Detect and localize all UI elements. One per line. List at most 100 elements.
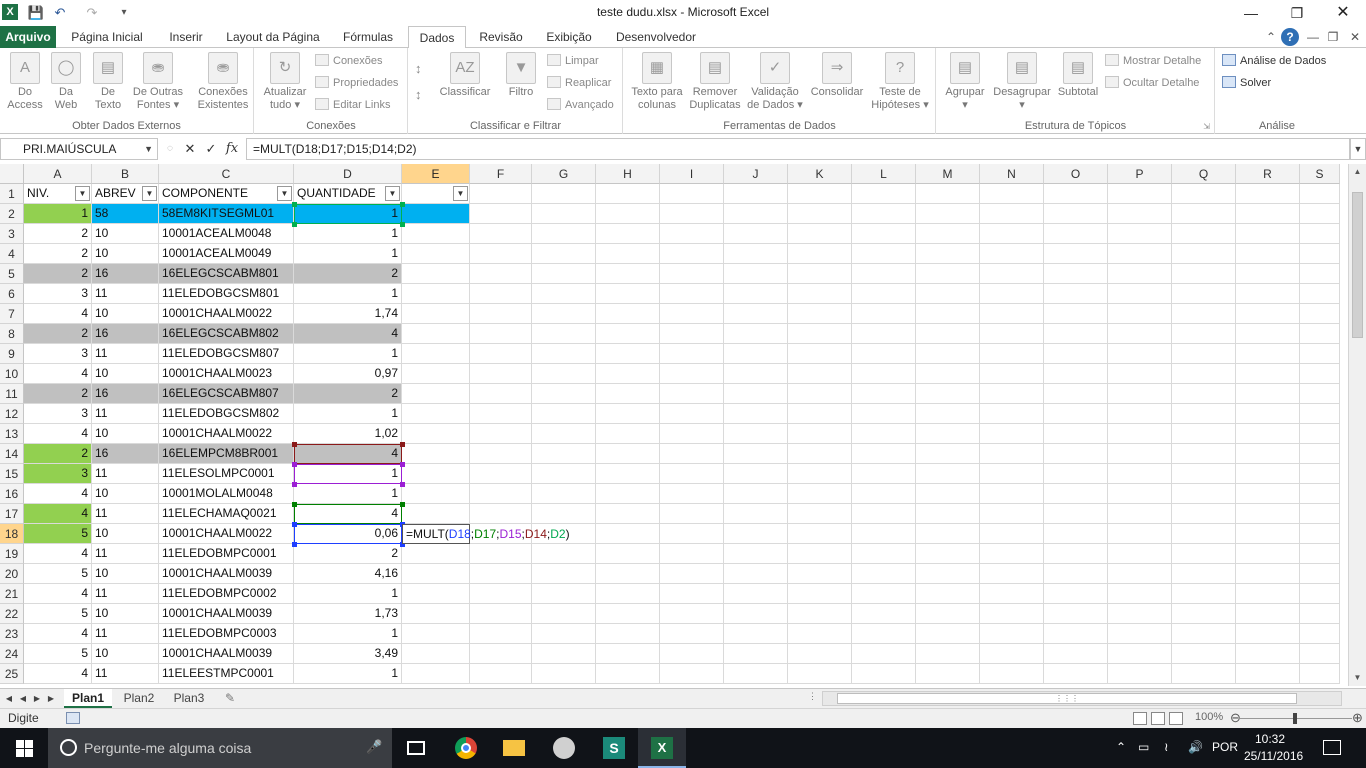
column-header-q[interactable]: Q bbox=[1172, 164, 1236, 184]
cell[interactable] bbox=[852, 664, 916, 684]
cell[interactable] bbox=[1108, 384, 1172, 404]
cell[interactable] bbox=[916, 224, 980, 244]
cell[interactable] bbox=[1108, 284, 1172, 304]
cell-componente[interactable]: 11ELESOLMPC0001 bbox=[159, 464, 294, 484]
cell[interactable] bbox=[724, 204, 788, 224]
cell[interactable] bbox=[532, 584, 596, 604]
cell[interactable] bbox=[532, 284, 596, 304]
column-header-d[interactable]: D bbox=[294, 164, 402, 184]
cell[interactable] bbox=[1236, 244, 1300, 264]
cell[interactable] bbox=[1108, 244, 1172, 264]
cell-niv[interactable]: 2 bbox=[24, 224, 92, 244]
cell-componente[interactable]: 10001ACEALM0049 bbox=[159, 244, 294, 264]
cell[interactable] bbox=[1172, 644, 1236, 664]
row-header[interactable]: 5 bbox=[0, 264, 24, 284]
tab-layout[interactable]: Layout da Página bbox=[220, 26, 326, 48]
tab-exibicao[interactable]: Exibição bbox=[538, 26, 600, 48]
cell[interactable] bbox=[980, 324, 1044, 344]
reapply-button[interactable]: Reaplicar bbox=[547, 74, 611, 92]
cell[interactable] bbox=[470, 344, 532, 364]
cell-quantidade[interactable]: 4 bbox=[294, 504, 402, 524]
cell[interactable] bbox=[724, 244, 788, 264]
cell[interactable] bbox=[724, 484, 788, 504]
cell[interactable] bbox=[470, 404, 532, 424]
filter-dropdown-icon[interactable]: ▼ bbox=[75, 186, 90, 201]
cell[interactable] bbox=[916, 264, 980, 284]
row-header[interactable]: 13 bbox=[0, 424, 24, 444]
cell-componente[interactable]: 58EM8KITSEGML01 bbox=[159, 204, 294, 224]
cell[interactable] bbox=[470, 204, 532, 224]
cell[interactable] bbox=[470, 384, 532, 404]
cell[interactable] bbox=[788, 184, 852, 204]
cell[interactable] bbox=[1300, 484, 1340, 504]
cell[interactable] bbox=[470, 464, 532, 484]
formula-input[interactable]: =MULT(D18;D17;D15;D14;D2) bbox=[246, 138, 1350, 160]
cell[interactable] bbox=[1300, 404, 1340, 424]
cell[interactable] bbox=[724, 424, 788, 444]
cell-niv[interactable]: 2 bbox=[24, 244, 92, 264]
cell-componente[interactable]: 10001CHAALM0039 bbox=[159, 604, 294, 624]
cell-abrev[interactable]: 10 bbox=[92, 524, 159, 544]
from-access-button[interactable]: A Do Access bbox=[4, 52, 46, 112]
cell[interactable] bbox=[660, 424, 724, 444]
cell[interactable] bbox=[596, 624, 660, 644]
cell[interactable] bbox=[402, 484, 470, 504]
cell-abrev[interactable]: 10 bbox=[92, 304, 159, 324]
cell[interactable] bbox=[1300, 304, 1340, 324]
cell[interactable] bbox=[596, 564, 660, 584]
cell-componente[interactable]: 10001CHAALM0039 bbox=[159, 564, 294, 584]
cell[interactable] bbox=[980, 224, 1044, 244]
task-view-icon[interactable] bbox=[392, 728, 440, 768]
cell[interactable] bbox=[532, 624, 596, 644]
cell[interactable] bbox=[596, 224, 660, 244]
page-layout-view-icon[interactable] bbox=[1151, 712, 1165, 725]
other-sources-button[interactable]: ⛂ De Outras Fontes ▾ bbox=[128, 52, 188, 112]
filter-button[interactable]: ▼ Filtro bbox=[501, 52, 541, 99]
cell[interactable] bbox=[724, 324, 788, 344]
cell[interactable] bbox=[1172, 544, 1236, 564]
cell[interactable] bbox=[660, 384, 724, 404]
cell-abrev[interactable]: 10 bbox=[92, 604, 159, 624]
row-header[interactable]: 21 bbox=[0, 584, 24, 604]
cell[interactable] bbox=[1108, 184, 1172, 204]
cell[interactable] bbox=[1172, 464, 1236, 484]
cell-niv[interactable]: 4 bbox=[24, 304, 92, 324]
cell[interactable] bbox=[1108, 644, 1172, 664]
cell[interactable] bbox=[1236, 564, 1300, 584]
cell[interactable] bbox=[1300, 604, 1340, 624]
cell[interactable] bbox=[1236, 304, 1300, 324]
cell[interactable] bbox=[852, 444, 916, 464]
cell[interactable] bbox=[402, 324, 470, 344]
cell[interactable] bbox=[1044, 304, 1108, 324]
cell-abrev[interactable]: 11 bbox=[92, 504, 159, 524]
cell-quantidade[interactable]: 1 bbox=[294, 464, 402, 484]
cell[interactable] bbox=[1172, 184, 1236, 204]
next-sheet-icon[interactable]: ▶ bbox=[32, 691, 42, 707]
cell[interactable] bbox=[1236, 184, 1300, 204]
row-header[interactable]: 8 bbox=[0, 324, 24, 344]
cell[interactable] bbox=[596, 424, 660, 444]
excel-taskbar-icon[interactable]: X bbox=[638, 728, 686, 768]
cell[interactable] bbox=[1300, 464, 1340, 484]
row-header[interactable]: 6 bbox=[0, 284, 24, 304]
cell[interactable] bbox=[1300, 264, 1340, 284]
cell-niv[interactable]: 5 bbox=[24, 524, 92, 544]
cell-abrev[interactable]: 16 bbox=[92, 324, 159, 344]
cell[interactable] bbox=[1300, 444, 1340, 464]
cell-quantidade[interactable]: 1 bbox=[294, 284, 402, 304]
cell[interactable] bbox=[788, 324, 852, 344]
row-header[interactable]: 2 bbox=[0, 204, 24, 224]
cell[interactable] bbox=[1108, 624, 1172, 644]
cell[interactable] bbox=[980, 364, 1044, 384]
cell[interactable] bbox=[1236, 364, 1300, 384]
cell[interactable] bbox=[788, 384, 852, 404]
cell[interactable] bbox=[596, 324, 660, 344]
cell[interactable] bbox=[532, 664, 596, 684]
cell[interactable] bbox=[596, 524, 660, 544]
cell-niv[interactable]: 2 bbox=[24, 264, 92, 284]
cell-quantidade[interactable]: 1 bbox=[294, 224, 402, 244]
cell[interactable] bbox=[1236, 504, 1300, 524]
row-header[interactable]: 18 bbox=[0, 524, 24, 544]
show-detail-button[interactable]: Mostrar Detalhe bbox=[1105, 52, 1201, 70]
cell[interactable] bbox=[1108, 584, 1172, 604]
